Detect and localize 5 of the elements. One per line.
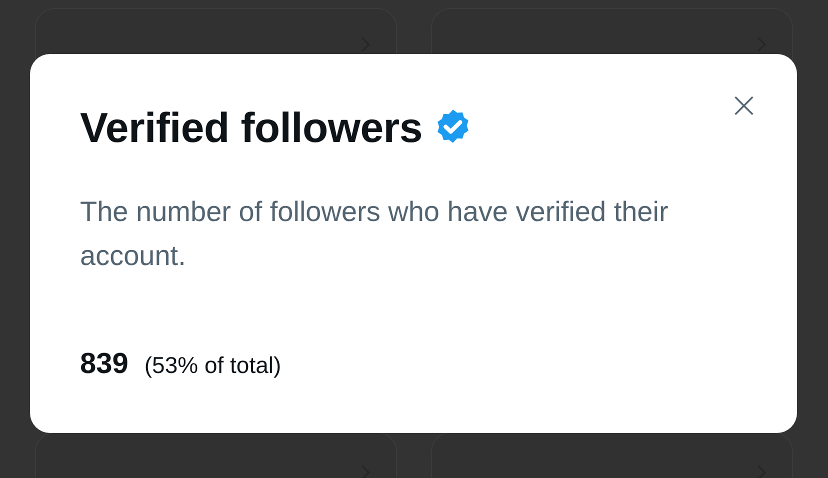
stat-share: (53% of total) <box>144 352 282 379</box>
stat-value: 839 <box>80 348 128 381</box>
dialog-description: The number of followers who have verified their account. <box>80 195 670 273</box>
close-button[interactable]: × <box>724 88 763 124</box>
dialog-title: Verified followers <box>80 104 422 152</box>
